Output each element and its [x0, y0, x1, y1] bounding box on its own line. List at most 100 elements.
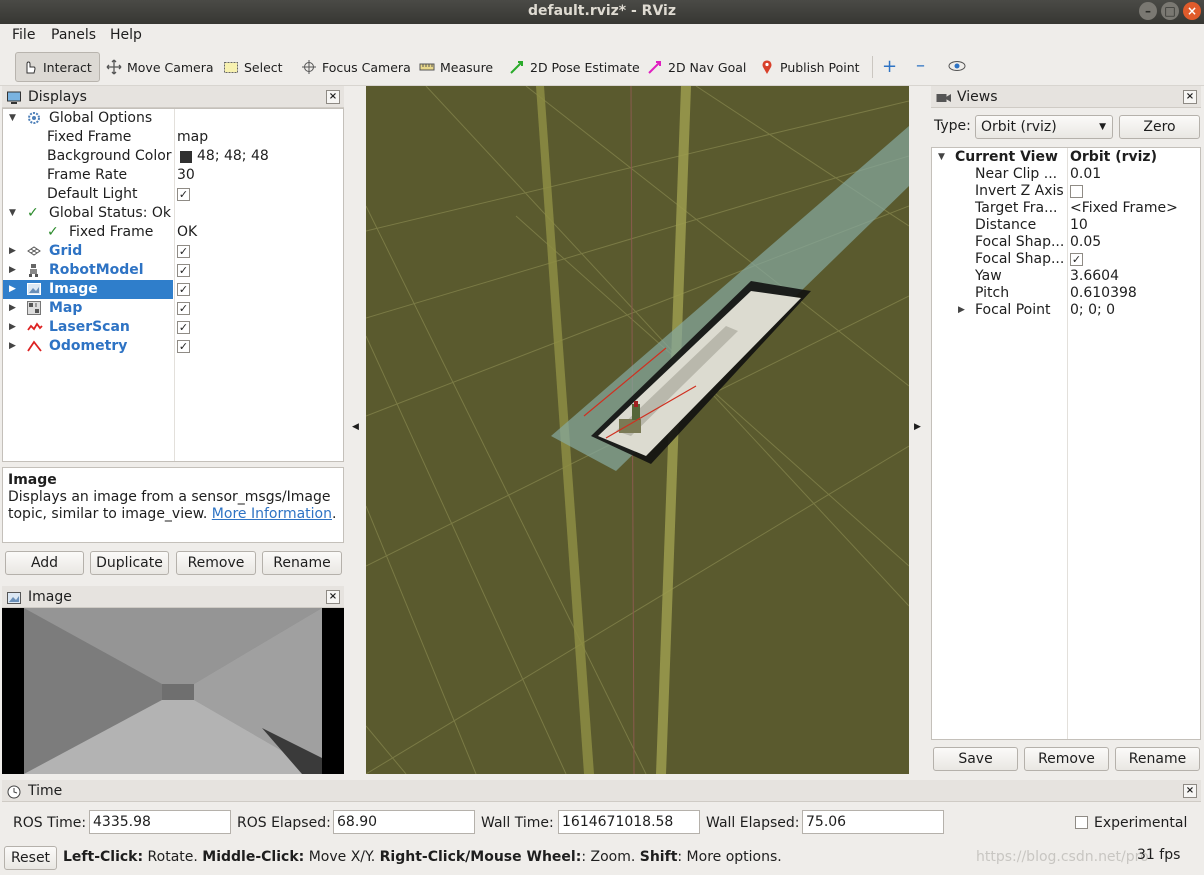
- tree-row-odometry[interactable]: ▶ Odometry ✓: [3, 337, 343, 356]
- tree-row-global-options[interactable]: ▼ Global Options: [3, 109, 343, 128]
- view-properties-tree: ▼ Current View Orbit (rviz) Near Clip ..…: [931, 147, 1201, 740]
- ros-elapsed-label: ROS Elapsed:: [237, 815, 331, 831]
- check-icon: ✓: [47, 224, 59, 240]
- focus-camera-tool-button[interactable]: Focus Camera: [295, 52, 417, 82]
- image-checkbox[interactable]: ✓: [177, 283, 190, 296]
- experimental-label: Experimental: [1094, 815, 1188, 831]
- remove-tool-icon[interactable]: –: [916, 57, 925, 75]
- menu-bar: File Panels Help: [0, 24, 1204, 48]
- collapse-arrow-icon[interactable]: ▶: [9, 280, 16, 299]
- tree-row-focal-point[interactable]: ▶ Focal Point 0; 0; 0: [932, 301, 1200, 320]
- left-splitter[interactable]: ◀: [346, 86, 364, 774]
- display-description: Image Displays an image from a sensor_ms…: [2, 467, 344, 543]
- time-panel-header: Time ×: [2, 780, 1201, 802]
- time-panel-title: Time: [28, 783, 63, 799]
- hand-pointer-icon: [22, 59, 38, 75]
- duplicate-display-button[interactable]: Duplicate: [90, 551, 169, 575]
- collapse-arrow-icon[interactable]: ▶: [9, 242, 16, 261]
- close-icon[interactable]: ×: [1183, 90, 1197, 104]
- tree-row-frame-rate[interactable]: Frame Rate 30: [3, 166, 343, 185]
- wall-elapsed-field[interactable]: 75.06: [802, 810, 944, 834]
- close-icon[interactable]: ×: [1183, 2, 1201, 20]
- focal-shape-checkbox[interactable]: ✓: [1070, 253, 1083, 266]
- remove-view-button[interactable]: Remove: [1024, 747, 1109, 771]
- color-swatch[interactable]: [180, 151, 192, 163]
- tree-row-global-status[interactable]: ▼ ✓ Global Status: Ok: [3, 204, 343, 223]
- tree-row-image[interactable]: ▶ Image: [3, 280, 173, 299]
- default-light-checkbox[interactable]: ✓: [177, 188, 190, 201]
- tree-row-grid[interactable]: ▶ Grid ✓: [3, 242, 343, 261]
- view-type-label: Type:: [934, 118, 971, 134]
- tree-row-status-fixed-frame[interactable]: ✓ Fixed Frame OK: [3, 223, 343, 242]
- collapse-arrow-icon[interactable]: ▶: [9, 318, 16, 337]
- pose-estimate-tool-button[interactable]: 2D Pose Estimate: [503, 52, 646, 82]
- ros-time-field[interactable]: 4335.98: [89, 810, 231, 834]
- move-arrows-icon: [106, 59, 122, 75]
- measure-tool-button[interactable]: Measure: [413, 52, 499, 82]
- description-title: Image: [8, 472, 57, 488]
- odometry-checkbox[interactable]: ✓: [177, 340, 190, 353]
- menu-file[interactable]: File: [12, 27, 35, 43]
- experimental-checkbox[interactable]: [1075, 816, 1088, 829]
- menu-panels[interactable]: Panels: [51, 27, 96, 43]
- camera-icon: [936, 90, 951, 104]
- collapse-arrow-icon[interactable]: ▶: [9, 337, 16, 356]
- add-display-button[interactable]: Add: [5, 551, 84, 575]
- more-information-link[interactable]: More Information: [212, 506, 332, 522]
- collapse-arrow-icon[interactable]: ▶: [958, 301, 965, 320]
- menu-help[interactable]: Help: [110, 27, 142, 43]
- grid-checkbox[interactable]: ✓: [177, 245, 190, 258]
- view-type-select[interactable]: Orbit (rviz) ▼: [975, 115, 1113, 139]
- scene-render: [366, 86, 909, 774]
- views-panel-title: Views: [957, 89, 998, 105]
- tree-row-laserscan[interactable]: ▶ LaserScan ✓: [3, 318, 343, 337]
- collapse-arrow-icon[interactable]: ▶: [9, 299, 16, 318]
- nav-goal-tool-button[interactable]: 2D Nav Goal: [641, 52, 752, 82]
- tree-row-map[interactable]: ▶ Map ✓: [3, 299, 343, 318]
- select-box-icon: [223, 59, 239, 75]
- invert-z-checkbox[interactable]: [1070, 185, 1083, 198]
- clock-icon: [7, 784, 21, 799]
- select-tool-button[interactable]: Select: [217, 52, 289, 82]
- displays-tree: ▼ Global Options Fixed Frame map Backgro…: [2, 108, 344, 462]
- zero-view-button[interactable]: Zero: [1119, 115, 1200, 139]
- interact-tool-button[interactable]: Interact: [15, 52, 100, 82]
- close-icon[interactable]: ×: [326, 590, 340, 604]
- ros-elapsed-field[interactable]: 68.90: [333, 810, 475, 834]
- publish-point-tool-button[interactable]: Publish Point: [753, 52, 866, 82]
- close-icon[interactable]: ×: [1183, 784, 1197, 798]
- minimize-icon[interactable]: –: [1139, 2, 1157, 20]
- map-checkbox[interactable]: ✓: [177, 302, 190, 315]
- save-view-button[interactable]: Save: [933, 747, 1018, 771]
- image-panel-title: Image: [28, 589, 72, 605]
- move-camera-tool-button[interactable]: Move Camera: [100, 52, 220, 82]
- expand-arrow-icon[interactable]: ▼: [9, 109, 16, 128]
- rename-display-button[interactable]: Rename: [262, 551, 342, 575]
- robotmodel-checkbox[interactable]: ✓: [177, 264, 190, 277]
- close-icon[interactable]: ×: [326, 90, 340, 104]
- reset-button[interactable]: Reset: [4, 846, 57, 870]
- wall-time-field[interactable]: 1614671018.58: [558, 810, 700, 834]
- collapse-right-arrow-icon[interactable]: ▶: [914, 422, 921, 432]
- expand-arrow-icon[interactable]: ▼: [9, 204, 16, 223]
- remove-display-button[interactable]: Remove: [176, 551, 256, 575]
- tree-row-robotmodel[interactable]: ▶ RobotModel ✓: [3, 261, 343, 280]
- add-tool-icon[interactable]: +: [882, 58, 897, 76]
- odometry-icon: [27, 339, 43, 359]
- 3d-viewport[interactable]: [366, 86, 909, 774]
- laserscan-checkbox[interactable]: ✓: [177, 321, 190, 334]
- description-text: Displays an image from a sensor_msgs/Ima…: [8, 489, 337, 522]
- magenta-arrow-icon: [647, 59, 663, 75]
- map-pin-icon: [759, 59, 775, 75]
- collapse-left-arrow-icon[interactable]: ◀: [352, 422, 359, 432]
- tree-row-background-color[interactable]: Background Color 48; 48; 48: [3, 147, 343, 166]
- collapse-arrow-icon[interactable]: ▶: [9, 261, 16, 280]
- tree-row-fixed-frame[interactable]: Fixed Frame map: [3, 128, 343, 147]
- tree-row-image-value[interactable]: ✓: [175, 280, 345, 299]
- maximize-icon[interactable]: □: [1161, 2, 1179, 20]
- image-icon: [7, 590, 21, 604]
- rename-view-button[interactable]: Rename: [1115, 747, 1200, 771]
- right-splitter[interactable]: ▶: [910, 86, 928, 774]
- eye-icon[interactable]: [948, 58, 968, 78]
- tree-row-default-light[interactable]: Default Light ✓: [3, 185, 343, 204]
